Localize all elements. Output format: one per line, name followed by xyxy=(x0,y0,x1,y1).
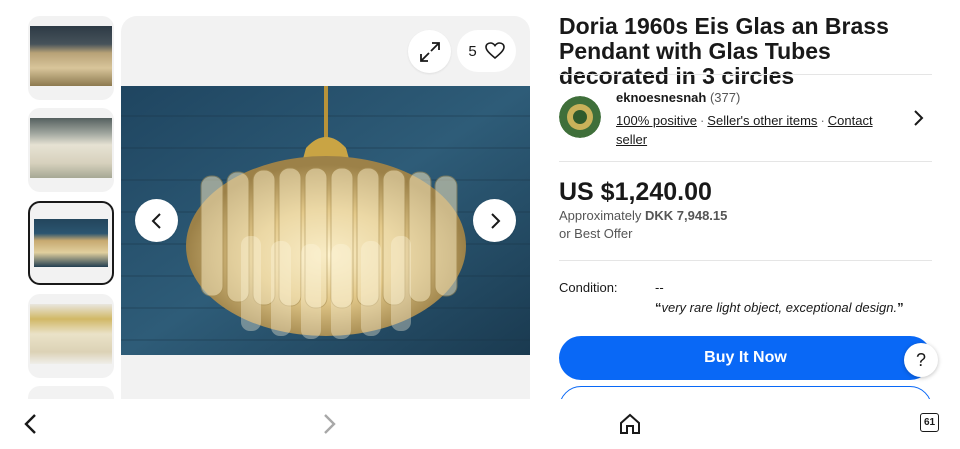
chandelier-photo xyxy=(121,86,530,355)
condition-value: -- xyxy=(655,280,664,295)
seller-other-items-link[interactable]: Seller's other items xyxy=(707,113,817,128)
buy-it-now-button[interactable]: Buy It Now xyxy=(559,336,932,380)
divider xyxy=(559,260,932,261)
forward-icon[interactable] xyxy=(316,411,342,437)
listing-title: Doria 1960s Eis Glas an Brass Pendant wi… xyxy=(559,13,889,89)
best-offer-text: or Best Offer xyxy=(559,226,633,241)
thumbnail-1-image xyxy=(30,26,112,86)
thumbnail-2[interactable] xyxy=(28,108,114,192)
heart-icon xyxy=(484,42,505,60)
chevron-left-icon xyxy=(151,212,161,229)
browser-bottom-bar: 61 xyxy=(0,399,960,449)
tabs-button[interactable]: 61 xyxy=(920,413,939,432)
expand-image-button[interactable] xyxy=(408,30,451,73)
price: US $1,240.00 xyxy=(559,178,712,206)
seller-links: 100% positive · Seller's other items · Conta… xyxy=(616,111,896,149)
quote-close: ” xyxy=(897,300,904,315)
seller-chevron-right-icon[interactable] xyxy=(908,108,928,128)
watch-count: 5 xyxy=(468,42,477,60)
thumbnail-3-image xyxy=(34,219,108,267)
thumbnail-1[interactable] xyxy=(28,16,114,100)
seller-info: eknoesnesnah (377) xyxy=(616,90,740,105)
next-image-button[interactable] xyxy=(473,199,516,242)
seller-avatar-image xyxy=(559,96,601,138)
condition-description: “very rare light object, exceptional des… xyxy=(655,300,904,315)
thumbnail-4[interactable] xyxy=(28,294,114,378)
previous-image-button[interactable] xyxy=(135,199,178,242)
thumbnail-2-image xyxy=(30,118,112,178)
condition-label: Condition: xyxy=(559,280,618,295)
home-icon[interactable] xyxy=(617,411,643,437)
expand-icon xyxy=(419,41,440,62)
image-gallery: 5 xyxy=(121,16,530,399)
watchers-button[interactable]: 5 xyxy=(457,30,516,72)
seller-name[interactable]: eknoesnesnah xyxy=(616,90,706,105)
seller-positive-link[interactable]: 100% positive xyxy=(616,113,697,128)
help-button[interactable]: ? xyxy=(904,343,938,377)
condition-description-text: very rare light object, exceptional desi… xyxy=(661,300,898,315)
divider xyxy=(559,74,932,75)
divider xyxy=(559,161,932,162)
approx-prefix: Approximately xyxy=(559,208,642,223)
approx-value: DKK 7,948.15 xyxy=(645,208,728,223)
main-product-image[interactable] xyxy=(121,86,530,355)
back-icon[interactable] xyxy=(18,411,44,437)
approx-price: Approximately DKK 7,948.15 xyxy=(559,208,727,223)
seller-feedback-count: (377) xyxy=(709,90,741,105)
separator-dot: · xyxy=(699,113,705,128)
separator-dot: · xyxy=(820,113,825,128)
seller-avatar[interactable] xyxy=(559,96,601,138)
thumbnail-3[interactable] xyxy=(28,201,114,285)
thumbnail-4-image xyxy=(30,304,112,364)
chevron-right-icon xyxy=(490,212,500,229)
